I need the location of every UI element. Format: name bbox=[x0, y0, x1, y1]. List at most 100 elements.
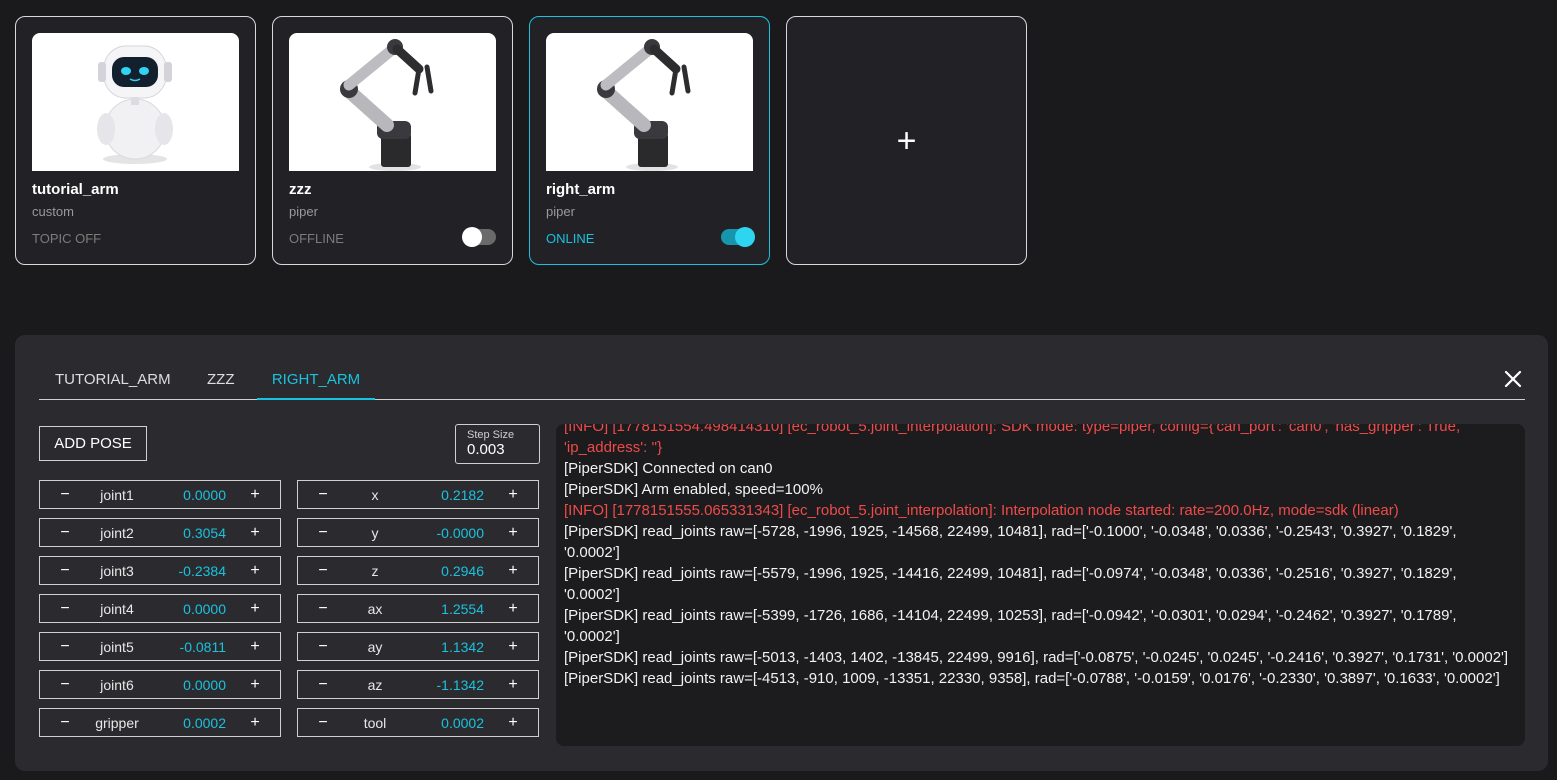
stepper-value: 0.2946 bbox=[441, 563, 484, 579]
robot-card-type: piper bbox=[289, 204, 318, 219]
increment-button[interactable]: + bbox=[240, 557, 270, 584]
robot-card-status: ONLINE bbox=[546, 231, 595, 246]
joint-stepper-gripper: − gripper 0.0002 + bbox=[39, 708, 281, 737]
step-size-field[interactable]: Step Size 0.003 bbox=[455, 424, 540, 464]
cartesian-stepper-az: − az -1.1342 + bbox=[297, 670, 539, 699]
stepper-value: 0.0000 bbox=[183, 601, 226, 617]
increment-button[interactable]: + bbox=[240, 633, 270, 660]
decrement-button[interactable]: − bbox=[308, 481, 338, 508]
close-icon[interactable] bbox=[1501, 367, 1525, 391]
cartesian-stepper-tool: − tool 0.0002 + bbox=[297, 708, 539, 737]
stepper-label: joint4 bbox=[100, 601, 134, 617]
stepper-value: 0.3054 bbox=[183, 525, 226, 541]
decrement-button[interactable]: − bbox=[308, 595, 338, 622]
stepper-label: ay bbox=[367, 639, 383, 655]
stepper-value: -0.2384 bbox=[178, 563, 226, 579]
robot-card-type: custom bbox=[32, 204, 74, 219]
stepper-value: 0.0000 bbox=[183, 677, 226, 693]
log-console[interactable]: [INFO] [1778151554.498414310] [ec_robot_… bbox=[556, 424, 1525, 746]
log-lines: [INFO] [1778151554.498414310] [ec_robot_… bbox=[564, 424, 1511, 689]
joint-stepper-joint3: − joint3 -0.2384 + bbox=[39, 556, 281, 585]
decrement-button[interactable]: − bbox=[50, 519, 80, 546]
stepper-label: joint2 bbox=[100, 525, 134, 541]
robot-card-tutorial-arm[interactable]: tutorial_arm custom TOPIC OFF bbox=[15, 16, 256, 265]
step-size-label: Step Size bbox=[467, 429, 515, 441]
cartesian-stepper-ax: − ax 1.2554 + bbox=[297, 594, 539, 623]
decrement-button[interactable]: − bbox=[50, 671, 80, 698]
increment-button[interactable]: + bbox=[498, 671, 528, 698]
decrement-button[interactable]: − bbox=[50, 557, 80, 584]
decrement-button[interactable]: − bbox=[50, 481, 80, 508]
robot-card-name: tutorial_arm bbox=[32, 181, 119, 198]
log-line: [INFO] [1778151555.065331343] [ec_robot_… bbox=[564, 502, 1399, 519]
cartesian-stepper-ay: − ay 1.1342 + bbox=[297, 632, 539, 661]
increment-button[interactable]: + bbox=[498, 481, 528, 508]
stepper-label: joint6 bbox=[100, 677, 134, 693]
robot-cards: tutorial_arm custom TOPIC OFF zzz piper … bbox=[15, 16, 1027, 265]
joint-stepper-joint1: − joint1 0.0000 + bbox=[39, 480, 281, 509]
decrement-button[interactable]: − bbox=[50, 633, 80, 660]
log-line: [PiperSDK] read_joints raw=[-5399, -1726… bbox=[564, 607, 1457, 645]
robot-card-status: TOPIC OFF bbox=[32, 231, 102, 246]
stepper-value: -0.0000 bbox=[436, 525, 484, 541]
log-line: [PiperSDK] Connected on can0 bbox=[564, 460, 773, 477]
robot-arm-image bbox=[546, 33, 753, 171]
increment-button[interactable]: + bbox=[498, 557, 528, 584]
log-line: [PiperSDK] read_joints raw=[-5013, -1403… bbox=[564, 649, 1509, 666]
increment-button[interactable]: + bbox=[498, 633, 528, 660]
robot-card-right-arm[interactable]: right_arm piper ONLINE bbox=[529, 16, 770, 265]
robot-card-toggle[interactable] bbox=[721, 227, 755, 247]
stepper-label: joint3 bbox=[100, 563, 134, 579]
tab-tutorial-arm[interactable]: TUTORIAL_ARM bbox=[55, 365, 171, 400]
log-line: [PiperSDK] Arm enabled, speed=100% bbox=[564, 481, 823, 498]
decrement-button[interactable]: − bbox=[50, 595, 80, 622]
tab-zzz[interactable]: ZZZ bbox=[207, 365, 235, 400]
increment-button[interactable]: + bbox=[498, 709, 528, 736]
joint-stepper-joint6: − joint6 0.0000 + bbox=[39, 670, 281, 699]
robot-arm-image bbox=[289, 33, 496, 171]
stepper-value: 1.1342 bbox=[441, 639, 484, 655]
cartesian-stepper-y: − y -0.0000 + bbox=[297, 518, 539, 547]
stepper-value: -1.1342 bbox=[436, 677, 484, 693]
decrement-button[interactable]: − bbox=[308, 709, 338, 736]
stepper-value: 0.2182 bbox=[441, 487, 484, 503]
stepper-label: x bbox=[371, 487, 379, 503]
stepper-value: 0.0000 bbox=[183, 487, 226, 503]
joint-stepper-joint5: − joint5 -0.0811 + bbox=[39, 632, 281, 661]
step-size-value: 0.003 bbox=[467, 441, 505, 458]
stepper-value: 1.2554 bbox=[441, 601, 484, 617]
stepper-value: 0.0002 bbox=[183, 715, 226, 731]
robot-card-name: right_arm bbox=[546, 181, 616, 198]
decrement-button[interactable]: − bbox=[50, 709, 80, 736]
stepper-value: 0.0002 bbox=[441, 715, 484, 731]
increment-button[interactable]: + bbox=[240, 595, 270, 622]
increment-button[interactable]: + bbox=[240, 671, 270, 698]
log-line: [PiperSDK] read_joints raw=[-4513, -910,… bbox=[564, 670, 1500, 687]
decrement-button[interactable]: − bbox=[308, 557, 338, 584]
decrement-button[interactable]: − bbox=[308, 671, 338, 698]
decrement-button[interactable]: − bbox=[308, 633, 338, 660]
log-line: [PiperSDK] read_joints raw=[-5579, -1996… bbox=[564, 565, 1457, 603]
add-robot-card[interactable]: + bbox=[786, 16, 1027, 265]
robot-card-zzz[interactable]: zzz piper OFFLINE bbox=[272, 16, 513, 265]
robot-tabs: TUTORIAL_ARM ZZZ RIGHT_ARM bbox=[39, 365, 1525, 400]
log-line: [PiperSDK] read_joints raw=[-5728, -1996… bbox=[564, 523, 1457, 561]
cartesian-stepper-z: − z 0.2946 + bbox=[297, 556, 539, 585]
increment-button[interactable]: + bbox=[240, 481, 270, 508]
stepper-label: az bbox=[367, 677, 383, 693]
stepper-label: y bbox=[371, 525, 379, 541]
plus-icon: + bbox=[896, 121, 917, 160]
stepper-label: joint5 bbox=[100, 639, 134, 655]
stepper-label: tool bbox=[363, 715, 387, 731]
decrement-button[interactable]: − bbox=[308, 519, 338, 546]
robot-card-toggle[interactable] bbox=[462, 227, 496, 247]
increment-button[interactable]: + bbox=[498, 595, 528, 622]
increment-button[interactable]: + bbox=[240, 519, 270, 546]
robot-mascot-image bbox=[32, 33, 239, 171]
stepper-label: gripper bbox=[95, 715, 139, 731]
increment-button[interactable]: + bbox=[498, 519, 528, 546]
stepper-label: joint1 bbox=[100, 487, 134, 503]
increment-button[interactable]: + bbox=[240, 709, 270, 736]
add-pose-button[interactable]: ADD POSE bbox=[39, 426, 147, 461]
tab-right-arm[interactable]: RIGHT_ARM bbox=[257, 365, 375, 400]
